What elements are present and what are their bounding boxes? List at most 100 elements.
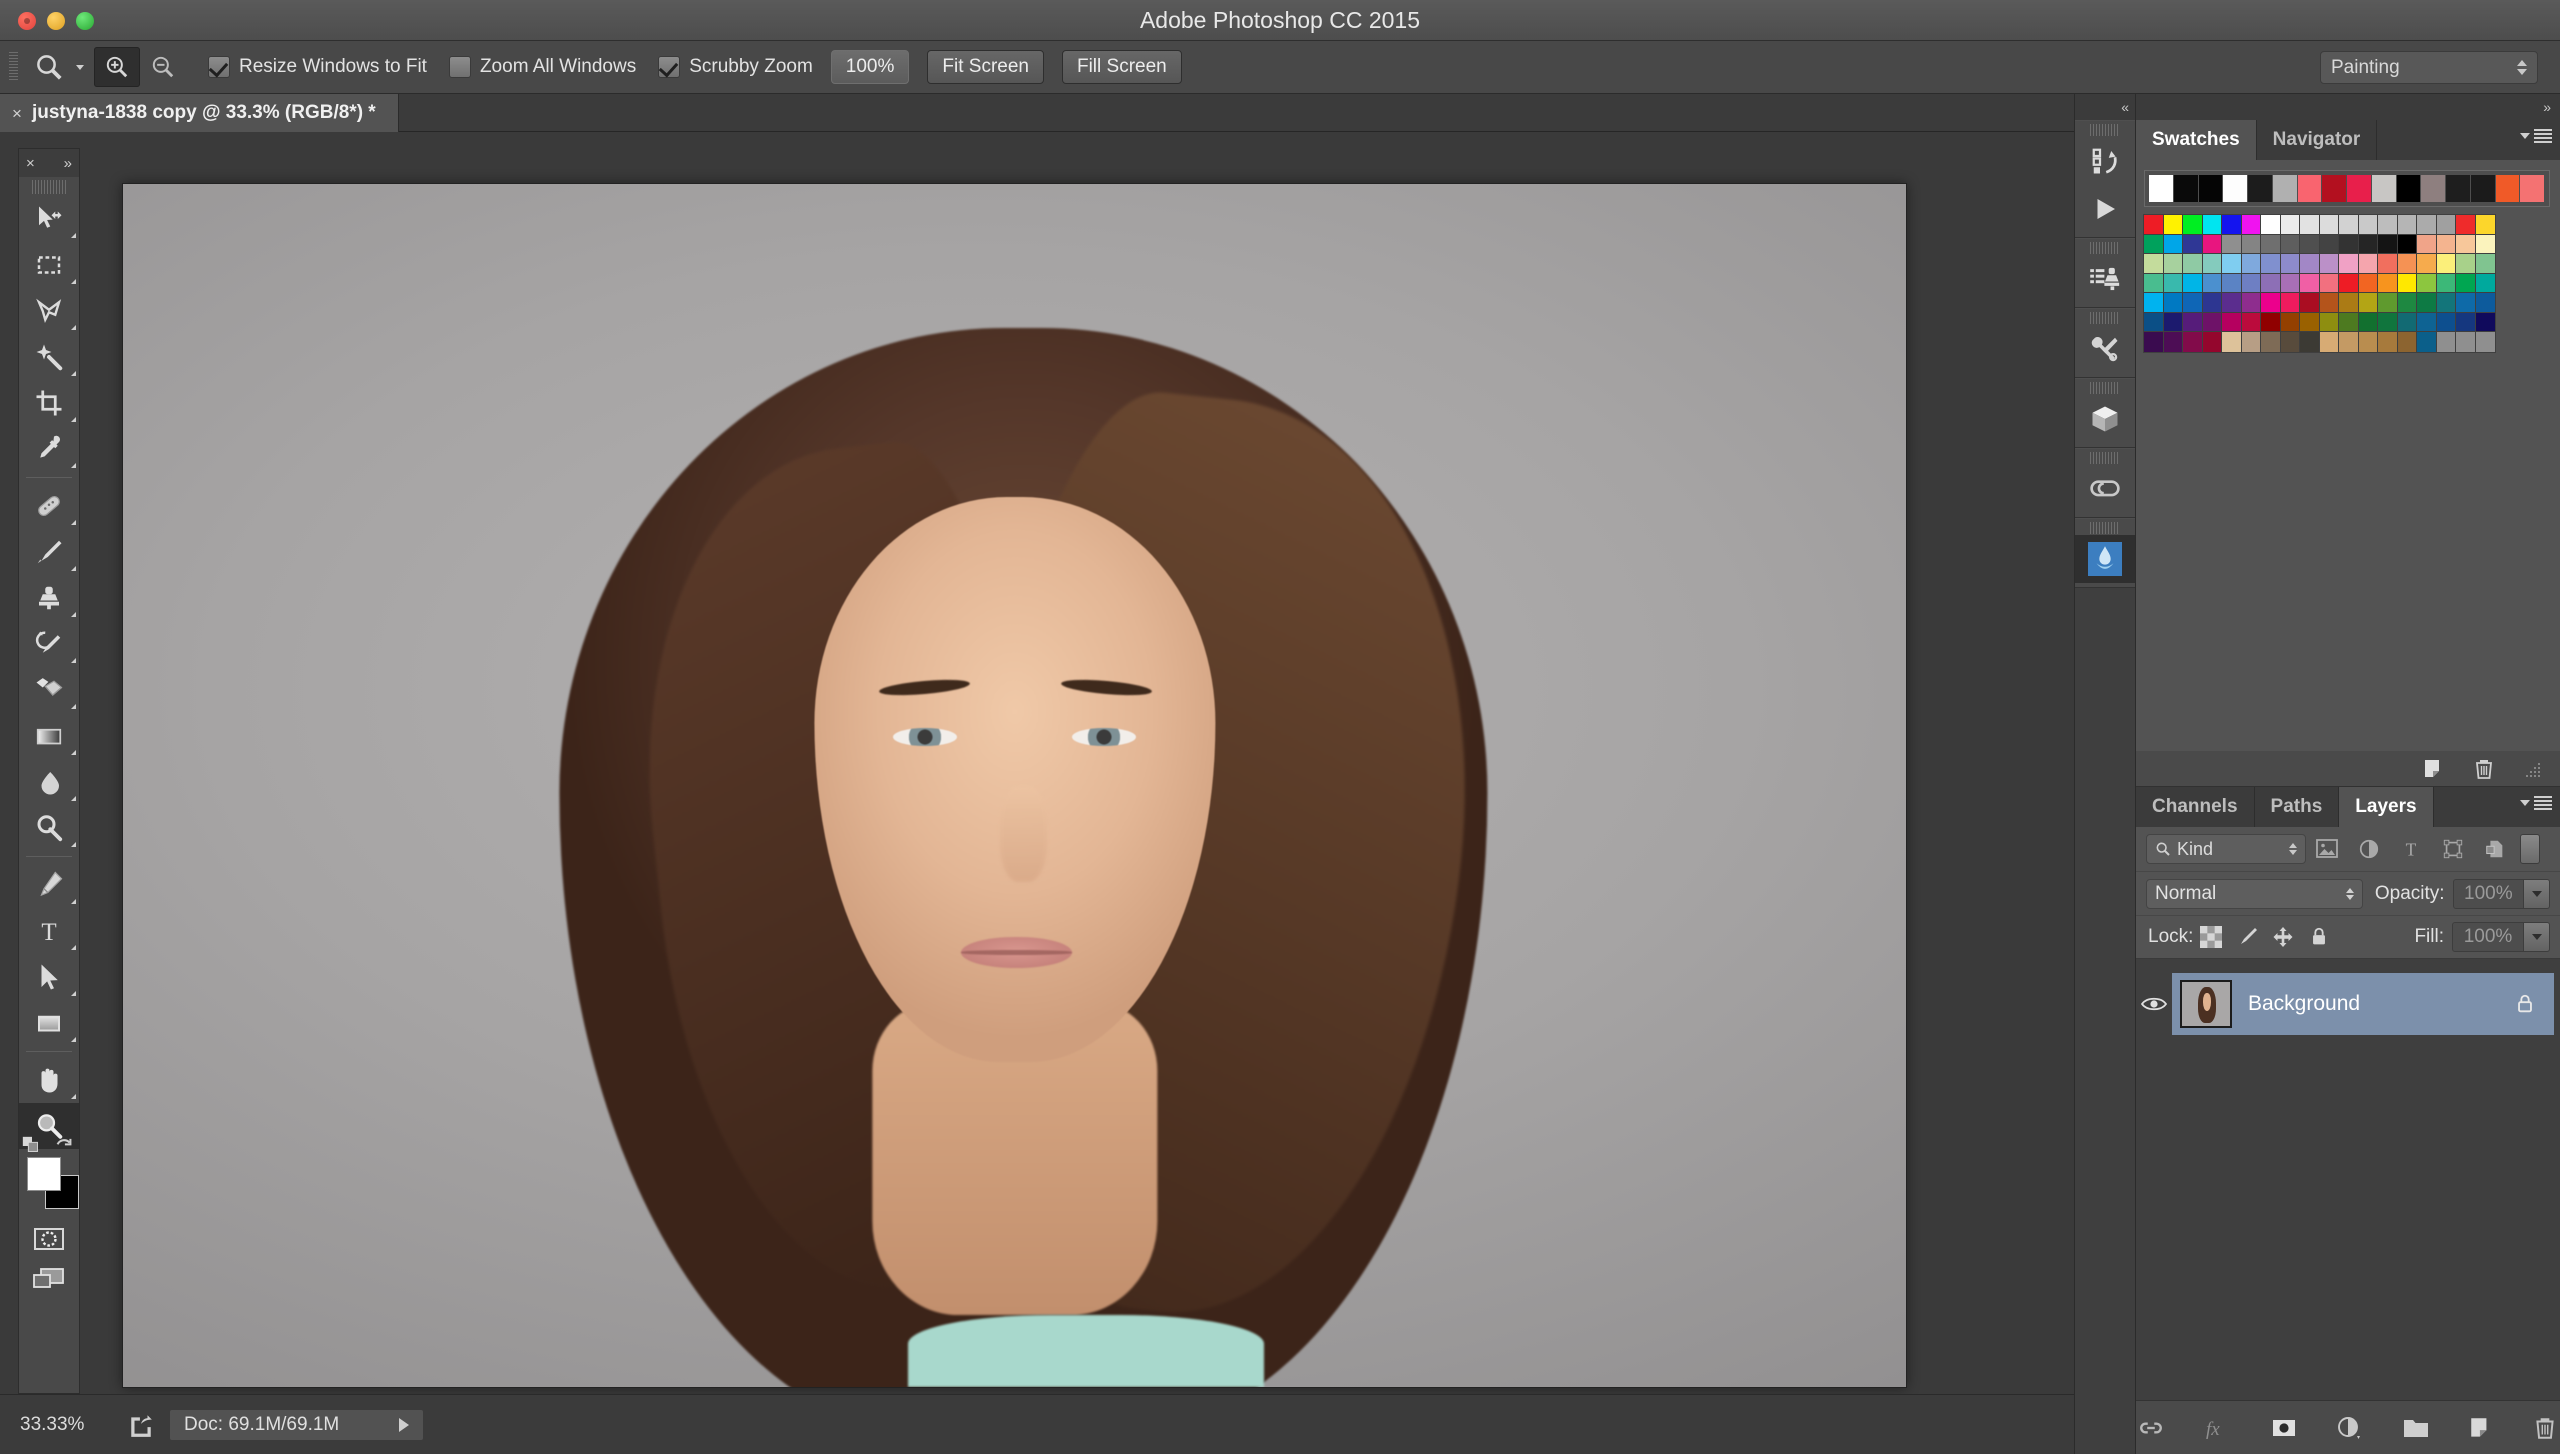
- crop-tool[interactable]: [19, 380, 79, 426]
- recent-color-swatch[interactable]: [2470, 175, 2495, 202]
- swatch-grid[interactable]: [2143, 214, 2496, 353]
- collapse-dock-button[interactable]: «: [2075, 94, 2135, 120]
- color-swatch[interactable]: [2299, 311, 2321, 333]
- color-swatch[interactable]: [2221, 311, 2243, 333]
- color-swatch[interactable]: [2357, 292, 2379, 314]
- color-swatch[interactable]: [2182, 272, 2204, 294]
- color-swatch[interactable]: [2299, 233, 2321, 255]
- tool-flyout-indicator[interactable]: [71, 745, 76, 755]
- color-swatch[interactable]: [2162, 272, 2184, 294]
- fill-slider-button[interactable]: [2524, 922, 2550, 952]
- move-tool[interactable]: [19, 196, 79, 242]
- panel-resize-icon[interactable]: [2522, 759, 2542, 779]
- fill-screen-button[interactable]: Fill Screen: [1061, 50, 1182, 84]
- layer-kind-select[interactable]: Kind: [2146, 834, 2306, 864]
- color-swatch[interactable]: [2299, 253, 2321, 275]
- dock-grip[interactable]: [2090, 522, 2120, 534]
- fit-screen-button[interactable]: Fit Screen: [927, 50, 1044, 84]
- recent-color-swatch[interactable]: [2149, 175, 2173, 202]
- tool-flyout-indicator[interactable]: [71, 1032, 76, 1042]
- rectangular-marquee-tool[interactable]: [19, 242, 79, 288]
- recent-color-swatch[interactable]: [2396, 175, 2421, 202]
- creative-cloud-icon[interactable]: [2075, 465, 2135, 513]
- color-swatch[interactable]: [2377, 331, 2399, 353]
- color-swatch[interactable]: [2260, 311, 2282, 333]
- color-swatch[interactable]: [2338, 292, 2360, 314]
- color-swatch[interactable]: [2182, 214, 2204, 236]
- hand-tool[interactable]: [19, 1057, 79, 1103]
- lock-image-pixels-icon[interactable]: [2229, 921, 2265, 953]
- color-swatch[interactable]: [2318, 214, 2340, 236]
- magic-wand-tool[interactable]: [19, 334, 79, 380]
- filter-adjustment-icon[interactable]: [2348, 832, 2390, 866]
- healing-brush-tool[interactable]: [19, 483, 79, 529]
- color-swatch[interactable]: [2162, 331, 2184, 353]
- layer-row-background[interactable]: Background: [2136, 973, 2554, 1035]
- color-swatch[interactable]: [2240, 253, 2262, 275]
- tool-flyout-indicator[interactable]: [71, 458, 76, 468]
- layer-style-fx-icon[interactable]: fx: [2202, 1415, 2232, 1441]
- color-swatch[interactable]: [2416, 311, 2438, 333]
- color-swatch[interactable]: [2416, 253, 2438, 275]
- color-swatch[interactable]: [2279, 253, 2301, 275]
- color-swatch[interactable]: [2240, 214, 2262, 236]
- lock-all-icon[interactable]: [2301, 921, 2337, 953]
- dock-grip[interactable]: [2090, 124, 2120, 136]
- zoom-out-icon[interactable]: [140, 47, 186, 87]
- swatches-panel-menu-icon[interactable]: [2520, 129, 2552, 143]
- tool-flyout-indicator[interactable]: [71, 940, 76, 950]
- dodge-tool[interactable]: [19, 805, 79, 851]
- tool-presets-icon[interactable]: [2075, 255, 2135, 303]
- color-swatch[interactable]: [2279, 292, 2301, 314]
- zoom-tool-icon[interactable]: [26, 46, 72, 88]
- adobe-tools-icon[interactable]: [2075, 325, 2135, 373]
- color-swatch[interactable]: [2260, 292, 2282, 314]
- color-swatch[interactable]: [2377, 214, 2399, 236]
- color-swatch[interactable]: [2338, 253, 2360, 275]
- layer-list[interactable]: Background: [2136, 969, 2560, 1400]
- color-swatch[interactable]: [2201, 311, 2223, 333]
- color-swatch[interactable]: [2162, 253, 2184, 275]
- color-swatch[interactable]: [2435, 253, 2457, 275]
- color-swatch[interactable]: [2416, 272, 2438, 294]
- pen-tool[interactable]: [19, 862, 79, 908]
- color-swatch[interactable]: [2416, 331, 2438, 353]
- color-swatch[interactable]: [2474, 272, 2496, 294]
- color-swatch[interactable]: [2299, 272, 2321, 294]
- layers-panel-menu-icon[interactable]: [2520, 796, 2552, 810]
- brush-tool[interactable]: [19, 529, 79, 575]
- recent-color-swatch[interactable]: [2223, 175, 2247, 202]
- zoom-in-icon[interactable]: [94, 47, 140, 87]
- color-swatch[interactable]: [2162, 311, 2184, 333]
- color-swatch[interactable]: [2201, 214, 2223, 236]
- color-swatch[interactable]: [2240, 331, 2262, 353]
- color-swatch[interactable]: [2338, 311, 2360, 333]
- tool-flyout-indicator[interactable]: [71, 515, 76, 525]
- color-swatch[interactable]: [2396, 311, 2418, 333]
- color-swatch[interactable]: [2201, 292, 2223, 314]
- default-colors-icon[interactable]: [21, 1135, 43, 1157]
- color-swatch[interactable]: [2162, 233, 2184, 255]
- tab-navigator[interactable]: Navigator: [2257, 120, 2378, 160]
- color-swatch[interactable]: [2143, 331, 2165, 353]
- zoom-100-button[interactable]: 100%: [830, 50, 910, 84]
- eraser-tool[interactable]: [19, 667, 79, 713]
- tab-channels[interactable]: Channels: [2136, 787, 2255, 827]
- color-swatch[interactable]: [2357, 233, 2379, 255]
- history-actions-icon[interactable]: [2075, 137, 2135, 185]
- blur-tool[interactable]: [19, 759, 79, 805]
- color-swatch[interactable]: [2299, 292, 2321, 314]
- tools-panel-grip[interactable]: [32, 180, 66, 194]
- color-swatch[interactable]: [2435, 311, 2457, 333]
- color-swatch[interactable]: [2182, 331, 2204, 353]
- color-swatch[interactable]: [2182, 311, 2204, 333]
- tool-flyout-indicator[interactable]: [71, 894, 76, 904]
- color-swatch[interactable]: [2396, 214, 2418, 236]
- color-swatch[interactable]: [2240, 272, 2262, 294]
- color-swatch[interactable]: [2221, 272, 2243, 294]
- tab-swatches[interactable]: Swatches: [2136, 120, 2257, 160]
- color-swatch[interactable]: [2260, 214, 2282, 236]
- filter-enable-toggle[interactable]: [2520, 834, 2540, 864]
- color-swatch[interactable]: [2357, 253, 2379, 275]
- new-group-icon[interactable]: [2402, 1416, 2430, 1440]
